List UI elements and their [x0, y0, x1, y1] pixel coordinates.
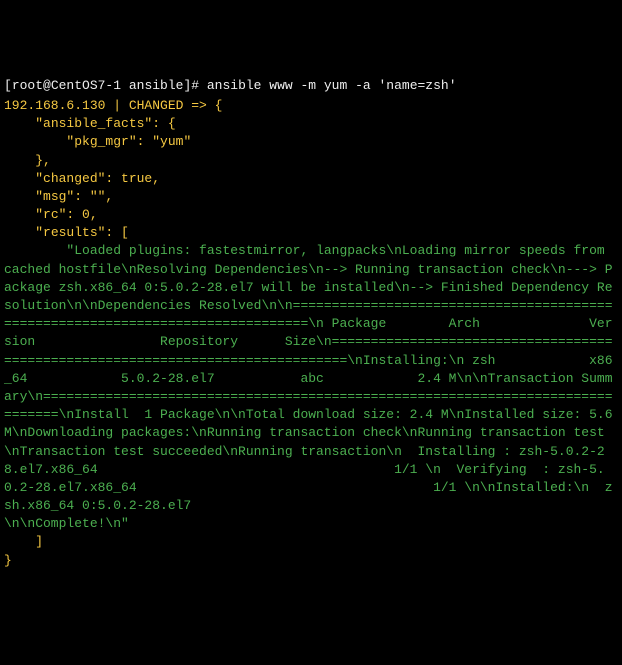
- json-results-open: "results": [: [4, 225, 129, 240]
- prompt-symbol: ]#: [183, 78, 206, 93]
- json-msg: "msg": "",: [4, 189, 113, 204]
- json-rc: "rc": 0,: [4, 207, 98, 222]
- prompt-user: root@CentOS7-1: [12, 78, 121, 93]
- json-changed: "changed": true,: [4, 171, 160, 186]
- json-pkg-mgr: "pkg_mgr": "yum": [4, 134, 191, 149]
- json-results-close: ]: [4, 534, 43, 549]
- command-text: ansible www -m yum -a 'name=zsh': [207, 78, 457, 93]
- json-close: }: [4, 553, 12, 568]
- json-results-content: "Loaded plugins: fastestmirror, langpack…: [4, 243, 620, 531]
- host-result-line: 192.168.6.130 | CHANGED => {: [4, 98, 222, 113]
- json-ansible-facts-close: },: [4, 153, 51, 168]
- command-line[interactable]: [root@CentOS7-1 ansible]# ansible www -m…: [4, 77, 618, 95]
- output-block: 192.168.6.130 | CHANGED => { "ansible_fa…: [4, 97, 618, 570]
- prompt-path: ansible: [129, 78, 184, 93]
- json-ansible-facts-open: "ansible_facts": {: [4, 116, 176, 131]
